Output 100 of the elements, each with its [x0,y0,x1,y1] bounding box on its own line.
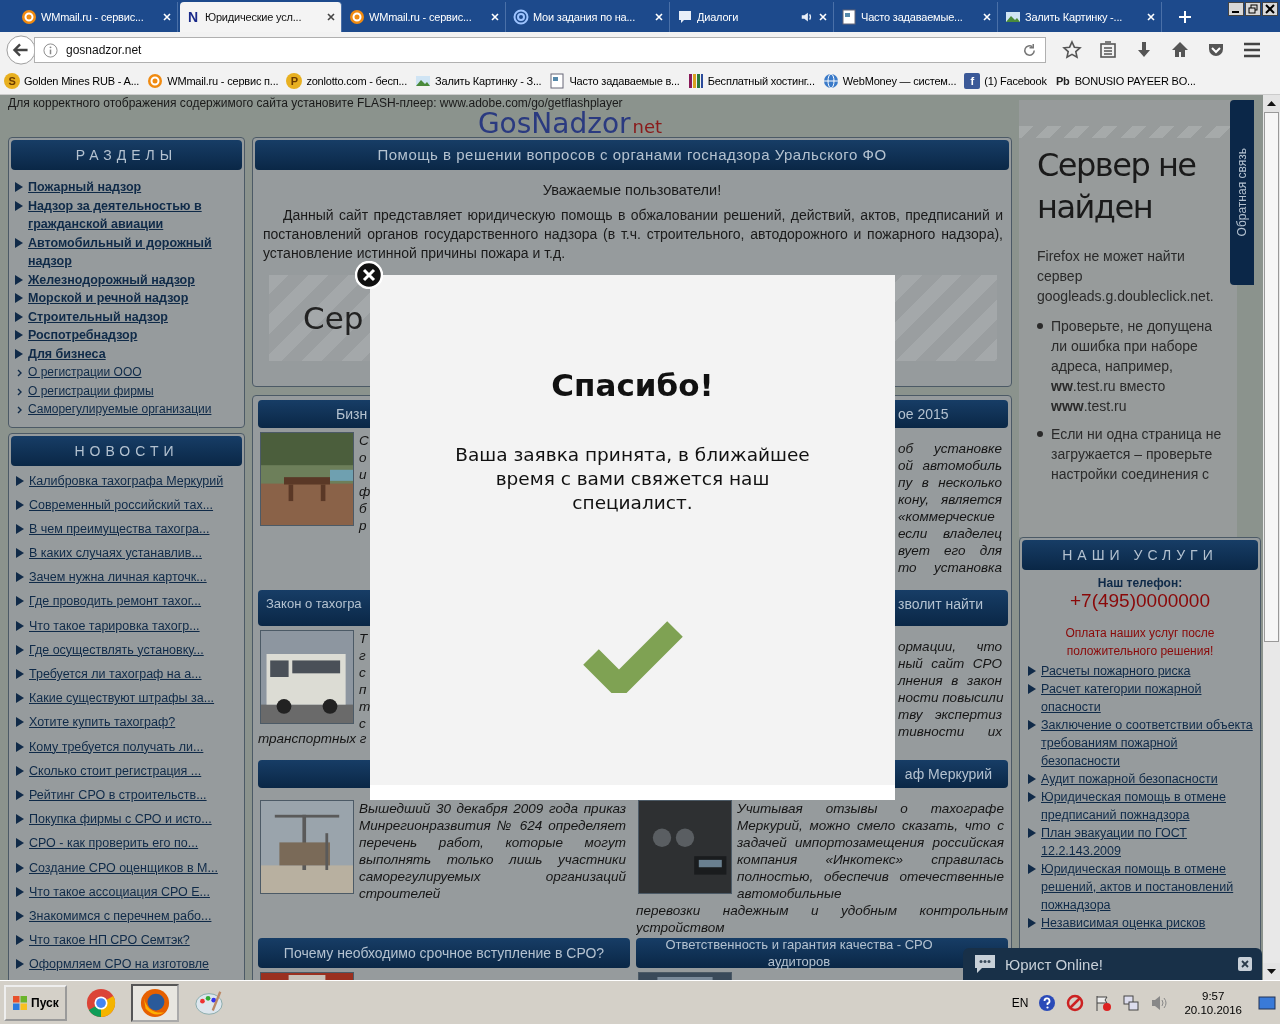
start-button[interactable]: Пуск [4,984,67,1021]
article-title[interactable]: аф Меркурий [904,760,992,788]
article-title[interactable]: Закон о тахогра [266,590,362,618]
news-link[interactable]: Хотите купить тахограф? [29,713,176,732]
restore-icon[interactable] [1245,2,1261,16]
clock[interactable]: 9:57 20.10.2016 [1184,988,1242,1017]
favicon: S [4,73,20,89]
news-link[interactable]: Что такое тарировка тахогр... [29,616,200,635]
help-icon[interactable] [1038,993,1057,1012]
tab-title: Диалоги [697,11,740,23]
bookmark-title: Часто задаваемые в... [569,75,680,87]
bookmark[interactable]: P zonlotto.com - бесп... [286,73,408,89]
back-button[interactable] [6,35,36,65]
bookmark[interactable]: S Golden Mines RUB - A... [4,73,140,89]
speaker-icon[interactable] [800,10,814,24]
scrollbar-thumb[interactable] [1264,112,1279,642]
article-text: Учитывая отзывы о тахографе Меркурий, можно смело сказать, что с задачей импортозамещения российская компания «Инкотекс» справилась полностью, обеспечив отечественные автомобильные [737,800,1005,902]
tab-title: Юридические усл... [205,11,303,23]
news-link[interactable]: Калибровка тахографа Меркурий [29,471,224,490]
reload-icon[interactable] [1022,42,1037,58]
article-text: если владелец [898,525,1002,542]
service-link[interactable]: Независимая оценка рисков [1041,914,1206,932]
service-link[interactable]: План эвакуации по ГОСТ 12.2.143.2009 [1041,824,1256,860]
section-link[interactable]: Железнодорожный надзор [28,270,195,289]
image-icon [415,73,432,89]
service-link[interactable]: Юридическая помощь в отмене решений, актов и постановлений пожнадзора [1041,860,1256,914]
new-tab-icon[interactable] [1178,10,1192,24]
reading-list-icon[interactable] [1098,40,1118,60]
spiral-icon [513,9,529,25]
news-link[interactable]: Рейтинг СРО в строительств... [29,785,207,804]
news-link[interactable]: Что такое НП СРО Семтэк? [29,931,190,950]
article-title[interactable]: Ответственность и гарантия качества - СРО аудиторов [644,938,954,970]
close-icon[interactable] [326,12,336,22]
menu-icon[interactable] [1242,40,1262,60]
section-link[interactable]: Для бизнеса [28,344,106,363]
section-link[interactable]: Пожарный надзор [28,178,142,197]
service-link[interactable]: Расчет категории пожарной опасности [1041,680,1256,716]
home-icon[interactable] [1170,40,1190,60]
news-link[interactable]: СРО - как проверить его по... [29,834,199,853]
section-link[interactable]: Саморегулируемые организации [28,400,212,419]
article-title[interactable]: Бизн [336,400,368,428]
section-link[interactable]: Строительный надзор [28,307,168,326]
section-link[interactable]: Роспотребнадзор [28,326,138,345]
article-text: вует его для [898,542,1002,559]
news-link[interactable]: Где осуществлять установку... [29,640,204,659]
bookmark[interactable]: f (1) Facebook [964,73,1047,89]
news-link[interactable]: Знакомимся с перечнем рабо... [29,906,212,925]
article-text: п [359,681,368,698]
bookmark[interactable]: WMmail.ru - сервис п... [147,73,279,89]
bookmark[interactable]: Pb BONUSIO PAYEER BO... [1054,73,1196,89]
news-link[interactable]: Требуется ли тахограф на а... [29,665,202,683]
flag-icon[interactable] [1094,993,1113,1012]
article-title[interactable]: ое 2015 [898,400,949,428]
section-link[interactable]: Морской и речной надзор [28,289,189,308]
service-link[interactable]: Аудит пожарной безопасности [1041,770,1218,788]
news-link[interactable]: Сколько стоит регистрация ... [29,761,202,780]
news-link[interactable]: Создание СРО оценщиков в М... [29,858,218,877]
article-title[interactable]: Почему необходимо срочное вступление в СРО? [283,944,605,962]
chat-widget[interactable]: Юрист Online! [963,948,1262,980]
service-link[interactable]: Расчеты пожарного риска [1041,662,1191,680]
prohibited-icon[interactable] [1066,993,1085,1012]
triangle-icon [16,596,24,607]
section-link[interactable]: Автомобильный и дорожный надзор [28,233,238,271]
news-link[interactable]: Что такое ассоциация СРО Е... [29,882,210,901]
bookmark[interactable]: Бесплатный хостинг... [687,73,815,89]
article-text: Вышедший 30 декабря 2009 года приказ Минрегионразвития № 624 определяет перечень работ, которые могут выполнять только лишь участники саморегулируемых организаций строителей [359,800,627,902]
news-link[interactable]: В каких случаях устанавлив... [29,544,202,563]
language-indicator[interactable]: EN [1011,995,1029,1010]
network-icon[interactable] [1122,993,1141,1012]
bookmark[interactable]: Залить Картинку - З... [415,73,542,89]
news-link[interactable]: Где проводить ремонт тахог... [29,592,202,611]
news-link[interactable]: Покупка фирмы с СРО и исто... [29,810,212,829]
browser-tab[interactable]: N Юридические усл... [180,2,342,32]
news-link[interactable]: Какие существуют штрафы за... [29,689,215,708]
article-title[interactable]: зволит найти [898,590,984,618]
section-link[interactable]: Надзор за деятельностью в гражданской авиации [28,196,238,234]
site-logo[interactable]: GosNadzornet [477,111,663,137]
bookmark[interactable]: WebMoney — систем... [822,73,957,89]
feedback-tab[interactable]: Обратная связь [1230,100,1254,285]
service-link[interactable]: Заключение о соответствии объекта требованиям пожарной безопасности [1041,716,1256,770]
minimize-icon[interactable] [1228,2,1244,16]
bookmark[interactable]: Часто задаваемые в... [549,73,680,89]
star-icon[interactable] [1062,40,1082,60]
bookmark-title: Залить Картинку - З... [435,75,542,87]
section-link[interactable]: О регистрации ООО [28,363,142,382]
news-link[interactable]: Современный российский тах... [29,495,214,514]
service-link[interactable]: Юридическая помощь в отмене предписаний пожнадзора [1041,788,1256,824]
news-link[interactable]: В чем преимущества тахогра... [29,519,210,538]
taskbar-app[interactable] [130,983,179,1022]
close-icon[interactable] [1238,957,1252,971]
news-link[interactable]: Зачем нужна личная карточк... [29,568,207,587]
section-link[interactable]: О регистрации фирмы [28,381,154,400]
windows-logo-icon [12,994,28,1011]
news-link[interactable]: Кому требуется получать ли... [29,737,204,756]
triangle-icon [15,237,23,248]
news-link[interactable]: Оформляем СРО на изготовле [29,955,209,974]
show-desktop-icon[interactable] [1258,993,1276,1012]
panel-header: Помощь в решении вопросов с органами госнадзора Уральского ФО [255,140,1009,170]
address-field[interactable]: gosnadzor.net [34,37,1046,63]
close-icon[interactable] [1262,2,1278,16]
